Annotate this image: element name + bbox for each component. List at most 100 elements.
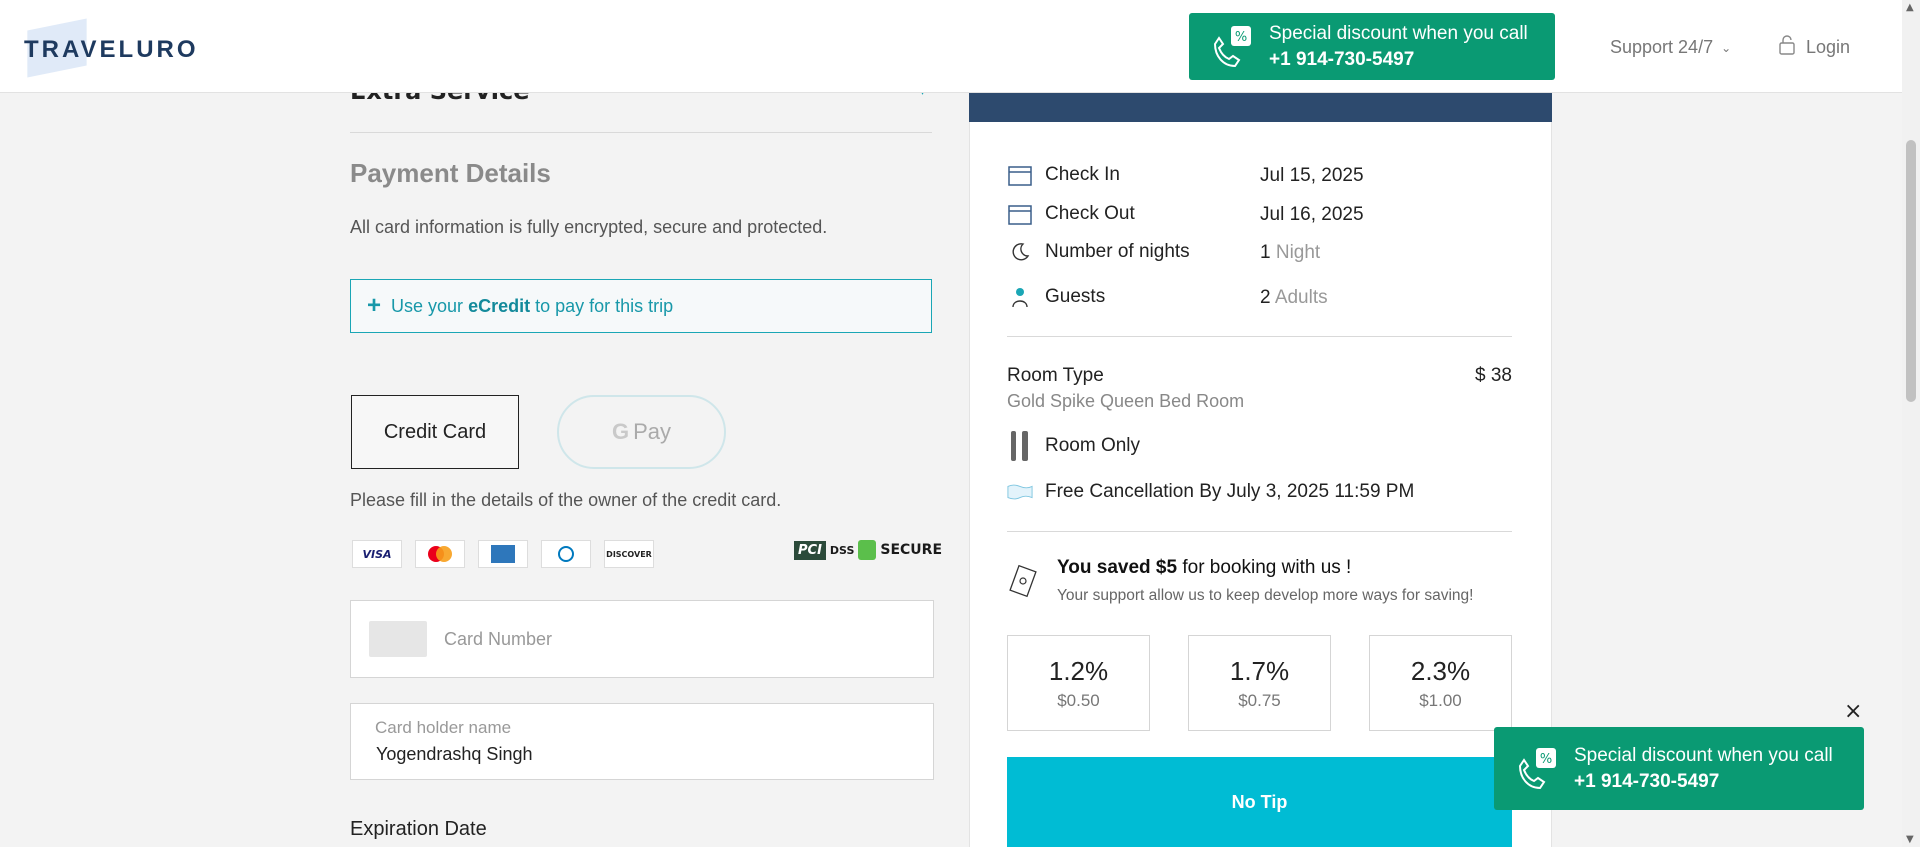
- amex-icon: [478, 540, 528, 568]
- phone-discount-icon: %: [1209, 24, 1255, 70]
- saved-message: You saved $5 for booking with us !: [1057, 557, 1351, 579]
- google-pay-button[interactable]: G Pay: [557, 395, 726, 469]
- moon-icon: [1007, 240, 1033, 264]
- secure-label: SECURE: [880, 542, 943, 558]
- tip-amount: $0.50: [1057, 691, 1100, 710]
- lock-icon: [1778, 35, 1796, 60]
- calendar-icon: [1007, 163, 1033, 187]
- room-type-label: Room Type: [1007, 365, 1104, 386]
- calendar-icon: [1007, 202, 1033, 226]
- lock-icon: [858, 540, 877, 560]
- login-label: Login: [1806, 37, 1851, 57]
- check-in-value: Jul 15, 2025: [1260, 165, 1364, 186]
- tip-amount: $0.75: [1238, 691, 1281, 710]
- tip-percent: 1.2%: [1048, 656, 1109, 686]
- person-icon: [1007, 285, 1033, 309]
- pci-label: PCI: [794, 540, 826, 560]
- tip-option[interactable]: 1.2% $0.50: [1007, 635, 1150, 731]
- meal-plan-row: Room Only: [1007, 431, 1141, 461]
- login-link[interactable]: Login: [1778, 35, 1850, 60]
- nights-label: Number of nights: [1045, 241, 1190, 262]
- page-scrollbar[interactable]: ▲ ▼: [1902, 0, 1920, 847]
- check-out-label: Check Out: [1045, 203, 1135, 224]
- tip-percent: 2.3%: [1410, 656, 1471, 686]
- promo-phone[interactable]: +1 914-730-5497: [1269, 47, 1528, 73]
- ecredit-prefix: Use your: [391, 295, 464, 316]
- tip-amount: $1.00: [1419, 691, 1462, 710]
- close-icon[interactable]: ×: [1844, 699, 1862, 724]
- discover-icon: DISCOVER: [604, 540, 654, 568]
- check-out-value: Jul 16, 2025: [1260, 204, 1364, 225]
- pci-dss-secure-badge: PCI DSS SECURE: [794, 540, 942, 560]
- tip-percent: 1.7%: [1229, 656, 1290, 686]
- saved-subtext: Your support allow us to keep develop mo…: [1057, 587, 1474, 604]
- guests-row: Guests: [1007, 285, 1105, 309]
- nights-value: 1 Night: [1260, 242, 1320, 264]
- room-type-value: Gold Spike Queen Bed Room: [1007, 391, 1245, 411]
- meal-plan-label: Room Only: [1045, 435, 1141, 456]
- saved-prefix: You saved: [1057, 557, 1151, 578]
- tip-option[interactable]: 1.7% $0.75: [1188, 635, 1331, 731]
- flag-icon: [1007, 480, 1033, 504]
- call-discount-banner[interactable]: % Special discount when you call +1 914-…: [1189, 13, 1555, 80]
- support-label: Support 24/7: [1610, 37, 1714, 57]
- traveluro-logo[interactable]: TRAVELURO: [24, 36, 199, 64]
- card-holder-field[interactable]: Card holder name Yogendrashq Singh: [350, 703, 934, 780]
- mastercard-icon: [415, 540, 465, 568]
- nights-count: 1: [1260, 242, 1271, 263]
- use-ecredit-button[interactable]: + Use your eCredit to pay for this trip: [350, 279, 932, 333]
- card-number-placeholder: Card Number: [444, 629, 553, 649]
- card-chip-icon: [369, 621, 427, 657]
- popup-text: Special discount when you call: [1574, 744, 1833, 766]
- guests-unit: Adults: [1274, 287, 1328, 308]
- site-header: TRAVELURO % Special discount when you ca…: [0, 0, 1902, 93]
- divider: [1007, 336, 1512, 337]
- dss-label: DSS: [829, 543, 855, 557]
- cancellation-text: Free Cancellation By July 3, 2025 11:59 …: [1045, 481, 1415, 502]
- no-tip-button[interactable]: No Tip: [1007, 757, 1512, 847]
- divider: [1007, 531, 1512, 532]
- payment-details-title: Payment Details: [350, 158, 551, 188]
- card-number-field[interactable]: Card Number: [350, 600, 934, 678]
- nights-row: Number of nights: [1007, 240, 1190, 264]
- svg-text:%: %: [1540, 752, 1552, 767]
- chevron-down-icon: ⌄: [1721, 40, 1732, 55]
- google-g-icon: G: [611, 419, 630, 444]
- nights-unit: Night: [1275, 242, 1321, 263]
- check-in-row: Check In: [1007, 163, 1120, 187]
- card-holder-label: Card holder name: [375, 718, 512, 737]
- popup-phone[interactable]: +1 914-730-5497: [1574, 769, 1833, 795]
- promo-text: Special discount when you call: [1269, 22, 1528, 44]
- plus-icon: +: [367, 292, 382, 319]
- scroll-up-icon[interactable]: ▲: [1906, 2, 1914, 13]
- guests-label: Guests: [1045, 286, 1106, 307]
- card-logos: VISA DISCOVER: [352, 540, 654, 568]
- scroll-down-icon[interactable]: ▼: [1906, 834, 1914, 845]
- scrollbar-thumb[interactable]: [1906, 140, 1916, 402]
- support-menu[interactable]: Support 24/7 ⌄: [1610, 37, 1731, 58]
- diners-club-icon: [541, 540, 591, 568]
- guests-value: 2 Adults: [1260, 287, 1328, 309]
- check-in-label: Check In: [1045, 164, 1120, 185]
- check-out-row: Check Out: [1007, 202, 1135, 226]
- fork-knife-icon: [1007, 431, 1033, 461]
- ecredit-suffix: to pay for this trip: [535, 295, 674, 316]
- cancellation-row: Free Cancellation By July 3, 2025 11:59 …: [1007, 480, 1414, 504]
- saved-amount: $5: [1155, 557, 1178, 578]
- phone-discount-icon: %: [1514, 746, 1560, 792]
- payment-security-note: All card information is fully encrypted,…: [350, 217, 828, 237]
- call-discount-popup[interactable]: % Special discount when you call +1 914-…: [1494, 727, 1864, 810]
- card-holder-value[interactable]: Yogendrashq Singh: [376, 744, 532, 765]
- visa-icon: VISA: [352, 540, 402, 568]
- savings-tag-icon: [1008, 564, 1038, 602]
- expiration-date-title: Expiration Date: [350, 818, 487, 840]
- ecredit-bold: eCredit: [468, 295, 531, 316]
- guests-count: 2: [1260, 287, 1271, 308]
- card-owner-note: Please fill in the details of the owner …: [350, 490, 782, 510]
- credit-card-tab[interactable]: Credit Card: [351, 395, 519, 469]
- gpay-label: Pay: [633, 419, 672, 444]
- svg-text:%: %: [1235, 30, 1247, 45]
- tip-option[interactable]: 2.3% $1.00: [1369, 635, 1512, 731]
- room-price: $ 38: [1475, 365, 1512, 386]
- saved-suffix: for booking with us !: [1182, 557, 1352, 578]
